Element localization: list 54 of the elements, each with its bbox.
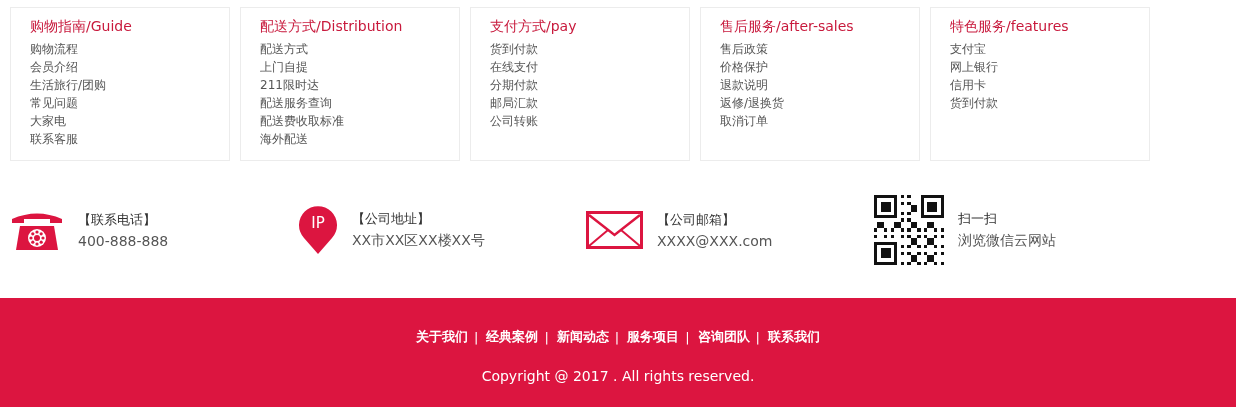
footer-link[interactable]: 上门自提 (260, 58, 459, 76)
link-separator: | (614, 329, 620, 345)
footer-link[interactable]: 售后政策 (720, 40, 919, 58)
footer-link[interactable]: 211限时达 (260, 76, 459, 94)
footer-link[interactable]: 大家电 (30, 112, 229, 130)
footer-link[interactable]: 信用卡 (950, 76, 1149, 94)
footer-link[interactable]: 取消订单 (720, 112, 919, 130)
footer-link[interactable]: 配送费收取标准 (260, 112, 459, 130)
qr-code-icon (874, 194, 944, 265)
footer-nav-link[interactable]: 服务项目 (627, 328, 680, 346)
footer-link[interactable]: 联系客服 (30, 130, 229, 148)
footer-link[interactable]: 配送方式 (260, 40, 459, 58)
footer-link[interactable]: 公司转账 (490, 112, 689, 130)
link-separator: | (685, 329, 690, 345)
footer-link[interactable]: 邮局汇款 (490, 94, 689, 112)
footer-link[interactable]: 支付宝 (950, 40, 1149, 58)
contact-label: 【公司邮箱】 (657, 210, 736, 229)
copyright-text: Copyright @ 2017 . All rights reserved. (481, 368, 755, 384)
envelope-icon (586, 210, 643, 249)
footer-link[interactable]: 购物流程 (30, 40, 229, 58)
footer-link[interactable]: 配送服务查询 (260, 94, 459, 112)
footer-link[interactable]: 常见问题 (30, 94, 229, 112)
column-title: 购物指南/Guide (30, 17, 133, 35)
contact-label: 【联系电话】 (78, 210, 157, 229)
contact-value: XXXX@XXX.com (657, 232, 773, 249)
column-title: 支付方式/pay (490, 17, 578, 35)
contact-label: 【公司地址】 (352, 209, 431, 228)
footer-link[interactable]: 价格保护 (720, 58, 919, 76)
footer-link[interactable]: 会员介绍 (30, 58, 229, 76)
footer-link[interactable]: 在线支付 (490, 58, 689, 76)
link-separator: | (474, 329, 479, 345)
link-separator: | (544, 329, 549, 345)
column-title: 特色服务/features (950, 17, 1070, 35)
footer-nav-link[interactable]: 联系我们 (767, 328, 820, 346)
footer-link[interactable]: 生活旅行/团购 (30, 76, 229, 94)
footer-link[interactable]: 海外配送 (260, 130, 459, 148)
footer-link[interactable]: 货到付款 (950, 94, 1149, 112)
pin-label: IP (310, 213, 326, 232)
footer-link[interactable]: 退款说明 (720, 76, 919, 94)
link-separator: | (755, 329, 760, 345)
contact-value: 400-888-888 (78, 232, 169, 249)
column-title: 售后服务/after-sales (720, 17, 855, 35)
footer-nav-link[interactable]: 咨询团队 (697, 328, 750, 346)
footer-nav-link[interactable]: 经典案例 (486, 328, 539, 346)
contact-value: XX市XX区XX楼XX号 (352, 231, 485, 250)
footer-link[interactable]: 返修/退换货 (720, 94, 919, 112)
footer-nav-link[interactable]: 关于我们 (416, 328, 468, 346)
footer-link[interactable]: 货到付款 (490, 40, 689, 58)
contact-value: 浏览微信云网站 (958, 231, 1056, 250)
column-title: 配送方式/Distribution (260, 17, 404, 35)
footer-link[interactable]: 网上银行 (950, 58, 1149, 76)
footer-link[interactable]: 分期付款 (490, 76, 689, 94)
footer-nav-link[interactable]: 新闻动态 (556, 328, 609, 346)
contact-label: 扫一扫 (958, 209, 998, 228)
